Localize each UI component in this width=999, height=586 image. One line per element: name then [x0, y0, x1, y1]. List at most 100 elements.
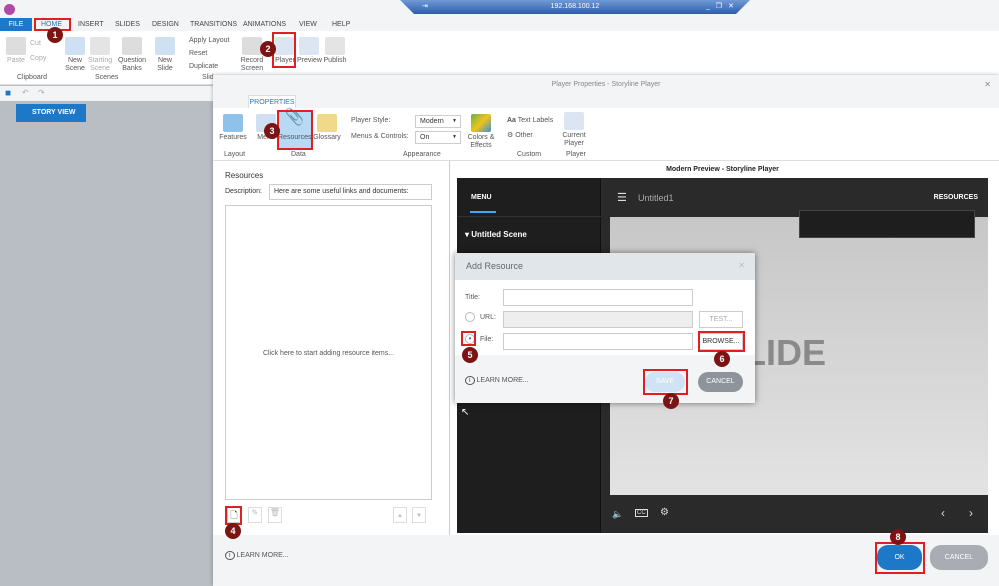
learn-more-link[interactable]: i LEARN MORE...: [465, 376, 529, 385]
app-tab-bar: FILE HOME INSERT SLIDES DESIGN TRANSITIO…: [0, 18, 999, 31]
app-logo-icon: [4, 4, 15, 15]
tab-animations[interactable]: ANIMATIONS: [238, 18, 291, 31]
next-slide-icon[interactable]: ›: [969, 506, 973, 520]
close-icon[interactable]: ✕: [728, 0, 734, 13]
new-slide-icon: [155, 37, 175, 55]
paste-icon: [6, 37, 26, 55]
delete-resource-button[interactable]: 🗑: [268, 507, 282, 523]
add-resource-dialog: Add Resource ✕ Title: URL: TEST... • Fil…: [455, 253, 755, 403]
colors-effects-button[interactable]: Colors & Effects: [466, 114, 496, 150]
tab-properties[interactable]: PROPERTIES: [248, 95, 296, 109]
scene-item[interactable]: ▾ Untitled Scene: [465, 230, 527, 239]
volume-icon[interactable]: 🔈: [612, 509, 623, 520]
cut-button[interactable]: Cut: [30, 40, 41, 48]
group-layout: Layout: [224, 151, 246, 158]
info-icon: i: [465, 376, 475, 385]
title-input[interactable]: [503, 289, 693, 306]
new-slide-button[interactable]: New Slide: [154, 37, 176, 73]
restore-icon[interactable]: ❐: [716, 0, 722, 13]
file-input[interactable]: [503, 333, 693, 350]
learn-more-link[interactable]: i LEARN MORE...: [225, 551, 289, 560]
test-button[interactable]: TEST...: [699, 311, 743, 328]
settings-gear-icon[interactable]: ⚙: [660, 507, 669, 518]
step-badge-4: 4: [225, 523, 241, 539]
group-slide: Slid: [202, 74, 214, 81]
step-badge-1: 1: [47, 27, 63, 43]
course-title: Untitled1: [638, 193, 674, 203]
group-appearance: Appearance: [403, 151, 441, 158]
remote-desktop-bar: ⇥ 192.168.100.12 _ ❐ ✕: [400, 0, 750, 14]
captions-icon[interactable]: CC: [635, 509, 648, 517]
highlight-browse: [698, 331, 745, 352]
publish-button[interactable]: Publish: [322, 37, 348, 65]
tab-slides[interactable]: SLIDES: [110, 18, 145, 31]
apply-layout-button[interactable]: Apply Layout: [189, 37, 229, 45]
dialog-close-icon[interactable]: ✕: [738, 261, 745, 270]
tab-transitions[interactable]: TRANSITIONS: [185, 18, 242, 31]
features-button[interactable]: Features: [218, 114, 248, 142]
pin-icon[interactable]: ⇥: [422, 0, 428, 13]
menu-tab[interactable]: MENU: [471, 194, 492, 201]
gear-icon: ⚙: [507, 132, 514, 139]
tab-view[interactable]: VIEW: [294, 18, 322, 31]
description-input[interactable]: Here are some useful links and documents…: [269, 184, 432, 200]
move-up-button[interactable]: ▲: [393, 507, 407, 523]
paste-button[interactable]: Paste: [6, 37, 26, 65]
new-scene-button[interactable]: New Scene: [64, 37, 86, 73]
description-label: Description:: [225, 188, 262, 195]
question-banks-button[interactable]: Question Banks: [116, 37, 148, 73]
flag-icon: [90, 37, 110, 55]
resources-list[interactable]: Click here to start adding resource item…: [225, 205, 432, 500]
colors-icon: [471, 114, 491, 132]
group-scenes: Scenes: [95, 74, 119, 81]
minimize-icon[interactable]: _: [706, 0, 710, 13]
tab-insert[interactable]: INSERT: [73, 18, 109, 31]
player-style-select[interactable]: Modern ▼: [415, 115, 461, 128]
menus-controls-select[interactable]: On ▼: [415, 131, 461, 144]
edit-resource-button[interactable]: ✎: [248, 507, 262, 523]
bank-icon: [122, 37, 142, 55]
undo-icon[interactable]: ↶: [22, 88, 29, 97]
url-label: URL:: [480, 314, 496, 321]
story-view-tab[interactable]: STORY VIEW: [16, 104, 86, 122]
player-icon: [564, 112, 584, 130]
add-resource-title: Add Resource: [455, 253, 755, 280]
current-player-button[interactable]: Current Player: [561, 112, 587, 148]
cancel-button[interactable]: CANCEL: [930, 545, 988, 570]
resources-tab[interactable]: RESOURCES: [934, 194, 978, 201]
text-labels-button[interactable]: Aa Text Labels: [507, 117, 553, 125]
resources-popup: [799, 210, 975, 238]
remote-host: 192.168.100.12: [550, 3, 600, 10]
group-custom: Custom: [517, 151, 542, 158]
tab-design[interactable]: DESIGN: [147, 18, 184, 31]
menus-controls-label: Menus & Controls:: [351, 133, 409, 140]
url-input[interactable]: [503, 311, 693, 328]
mouse-cursor-icon: ↖: [461, 407, 470, 418]
url-radio[interactable]: [465, 312, 475, 322]
duplicate-button[interactable]: Duplicate: [189, 63, 218, 71]
resources-heading: Resources: [225, 171, 264, 180]
reset-button[interactable]: Reset: [189, 50, 207, 58]
move-down-button[interactable]: ▼: [412, 507, 426, 523]
highlight-ok: [875, 542, 925, 574]
preview-title: Modern Preview - Storyline Player: [666, 166, 779, 173]
starting-scene-button[interactable]: Starting Scene: [88, 37, 112, 73]
glossary-button[interactable]: Glossary: [313, 114, 341, 142]
highlight-file-radio: [461, 331, 476, 346]
hamburger-icon[interactable]: ☰: [617, 191, 627, 204]
tab-file[interactable]: FILE: [0, 18, 32, 31]
window-close-icon[interactable]: ✕: [984, 80, 991, 89]
preview-button[interactable]: Preview: [297, 37, 322, 65]
player-style-label: Player Style:: [351, 117, 391, 124]
preview-icon: [299, 37, 319, 55]
save-icon[interactable]: ■: [5, 88, 11, 99]
prev-slide-icon[interactable]: ‹: [941, 506, 945, 520]
other-button[interactable]: ⚙ Other: [507, 132, 533, 140]
cancel-button[interactable]: CANCEL: [698, 372, 743, 392]
step-badge-6: 6: [714, 351, 730, 367]
window-title: Player Properties - Storyline Player: [213, 75, 999, 95]
step-badge-8: 8: [890, 529, 906, 545]
tab-help[interactable]: HELP: [327, 18, 355, 31]
copy-button[interactable]: Copy: [30, 55, 46, 63]
redo-icon[interactable]: ↷: [38, 88, 45, 97]
